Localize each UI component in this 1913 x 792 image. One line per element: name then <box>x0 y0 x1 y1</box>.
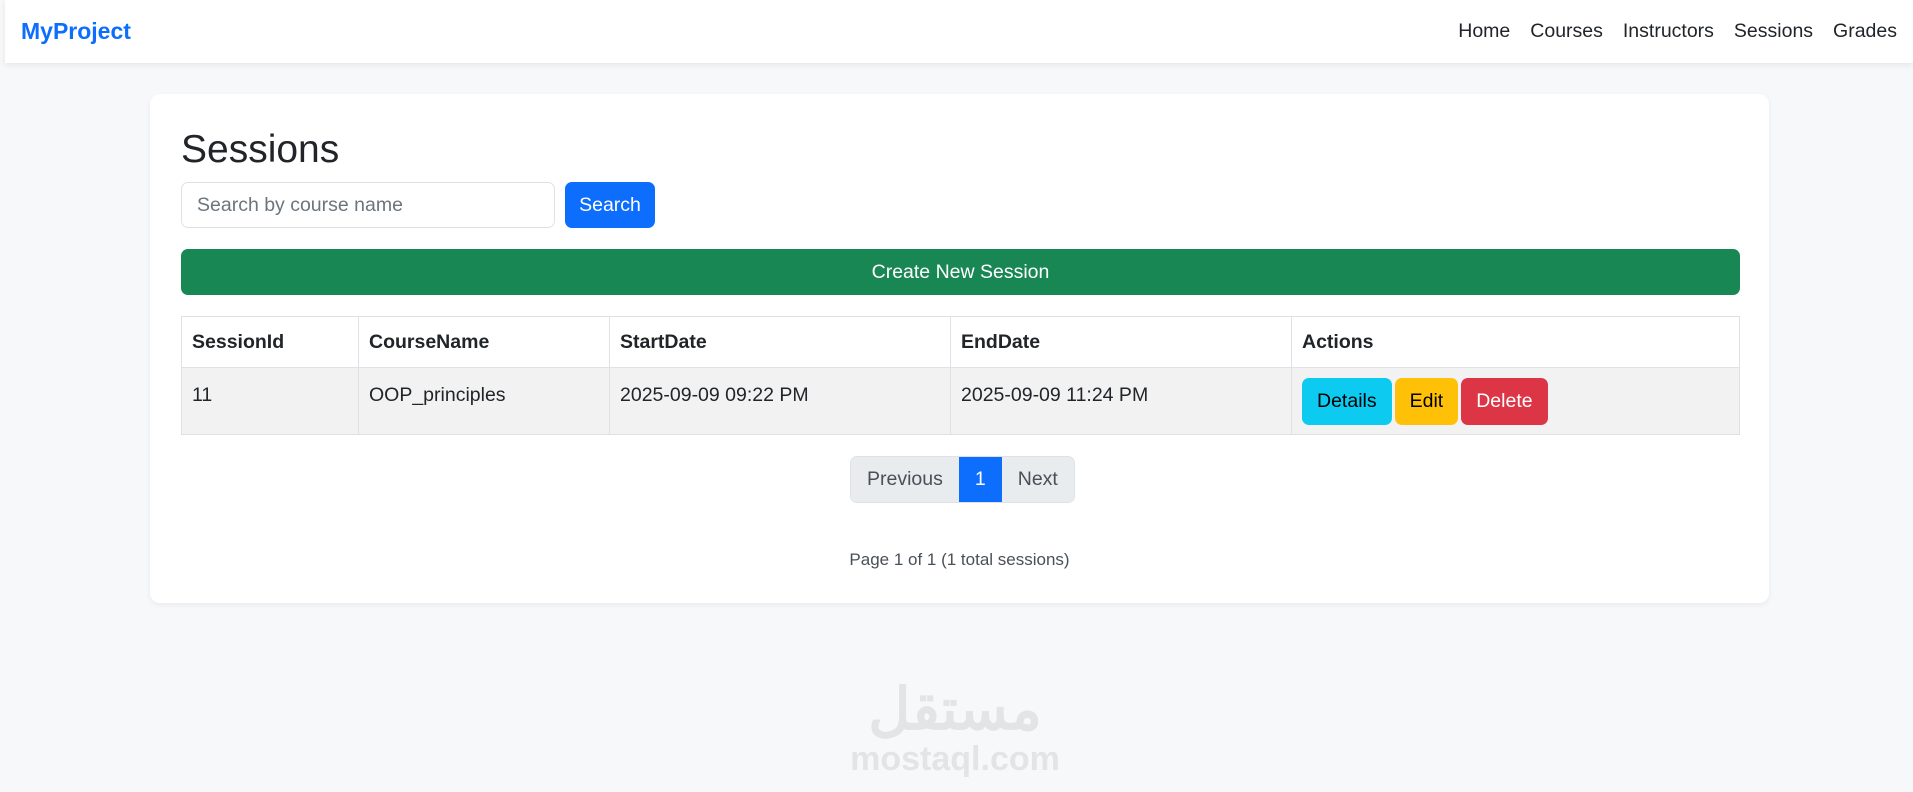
details-button[interactable]: Details <box>1302 378 1392 425</box>
page-info: Page 1 of 1 (1 total sessions) <box>849 550 1070 569</box>
watermark-logo: مستقل mostaql.com <box>830 680 1080 779</box>
search-input[interactable] <box>181 182 555 228</box>
cell-enddate: 2025-09-09 11:24 PM <box>950 367 1292 435</box>
page-title: Sessions <box>181 128 340 171</box>
watermark-latin: mostaql.com <box>850 740 1060 778</box>
nav-links: Home Courses Instructors Sessions Grades <box>1458 20 1897 43</box>
previous-page-button[interactable]: Previous <box>851 457 959 502</box>
header-startdate: StartDate <box>609 316 951 368</box>
search-button[interactable]: Search <box>565 182 655 228</box>
nav-grades[interactable]: Grades <box>1833 20 1897 43</box>
table-row: 11 OOP_principles 2025-09-09 09:22 PM 20… <box>181 367 1740 435</box>
delete-button[interactable]: Delete <box>1461 378 1548 425</box>
create-session-button[interactable]: Create New Session <box>181 249 1740 295</box>
nav-sessions[interactable]: Sessions <box>1734 20 1813 43</box>
page-1-button[interactable]: 1 <box>958 457 1002 502</box>
cell-sessionid: 11 <box>181 367 359 435</box>
header-enddate: EndDate <box>950 316 1292 368</box>
edit-button[interactable]: Edit <box>1394 378 1459 425</box>
cell-coursename: OOP_principles <box>358 367 610 435</box>
next-page-button[interactable]: Next <box>1001 457 1074 502</box>
sessions-table: SessionId CourseName StartDate EndDate A… <box>181 316 1740 435</box>
watermark-arabic: مستقل <box>868 677 1042 742</box>
brand-link[interactable]: MyProject <box>21 18 131 45</box>
header-coursename: CourseName <box>358 316 610 368</box>
cell-actions: Details Edit Delete <box>1291 367 1740 435</box>
cell-startdate: 2025-09-09 09:22 PM <box>609 367 951 435</box>
navbar: MyProject Home Courses Instructors Sessi… <box>5 0 1913 63</box>
nav-home[interactable]: Home <box>1458 20 1510 43</box>
sessions-card: Sessions Search Create New Session Sessi… <box>150 94 1769 603</box>
header-sessionid: SessionId <box>181 316 359 368</box>
nav-courses[interactable]: Courses <box>1530 20 1603 43</box>
nav-instructors[interactable]: Instructors <box>1623 20 1714 43</box>
pagination: Previous 1 Next <box>850 456 1075 503</box>
header-actions: Actions <box>1291 316 1740 368</box>
